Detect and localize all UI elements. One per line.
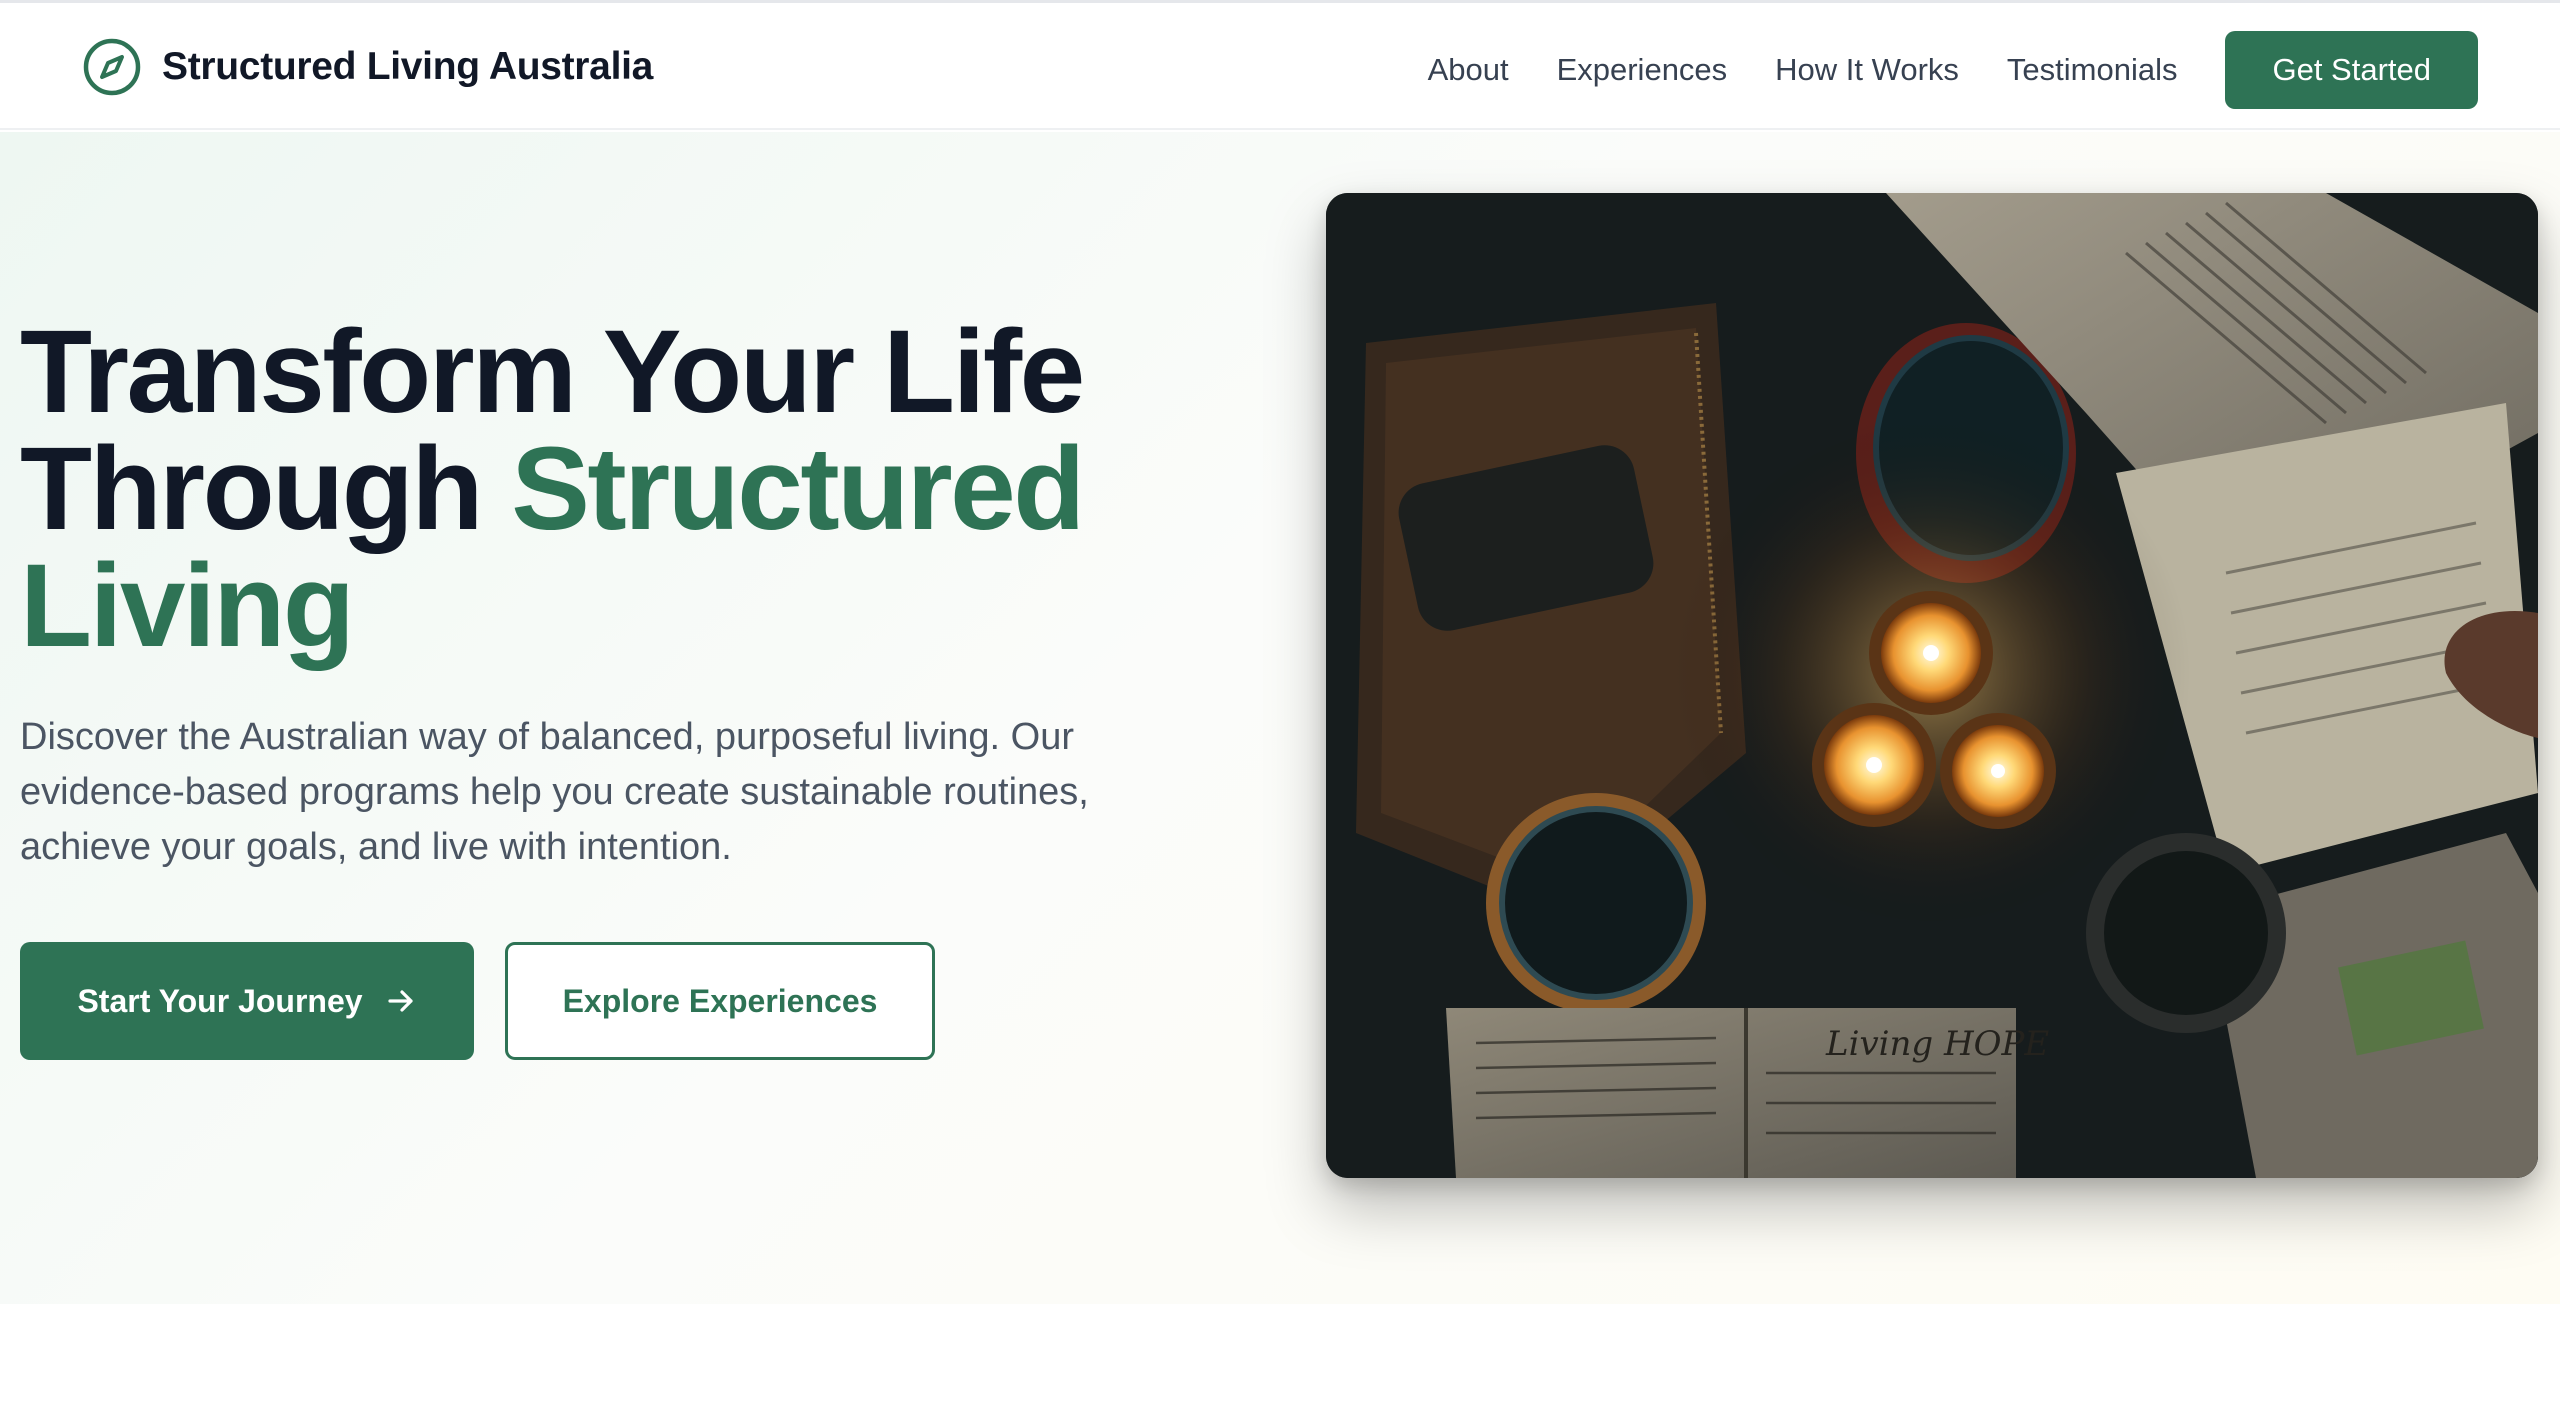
candles-table-photo: Living HOPE — [1326, 193, 2538, 1178]
nav-testimonials[interactable]: Testimonials — [2007, 52, 2178, 88]
get-started-button[interactable]: Get Started — [2225, 31, 2478, 109]
hero-headline: Transform Your Life Through Structured L… — [20, 313, 1200, 665]
compass-icon — [83, 38, 141, 96]
nav-how-it-works[interactable]: How It Works — [1775, 52, 1959, 88]
hero-image: Living HOPE — [1326, 193, 2538, 1178]
hero-section: Transform Your Life Through Structured L… — [0, 132, 2560, 1304]
start-journey-label: Start Your Journey — [77, 982, 363, 1019]
arrow-right-icon — [387, 990, 413, 1012]
nav-experiences[interactable]: Experiences — [1557, 52, 1728, 88]
brand-logo[interactable]: Structured Living Australia — [82, 37, 653, 97]
hero-subtitle: Discover the Australian way of balanced,… — [20, 716, 1089, 868]
site-header: Structured Living Australia About Experi… — [0, 3, 2560, 130]
nav-about[interactable]: About — [1428, 52, 1509, 88]
main-nav: About Experiences How It Works Testimoni… — [1428, 31, 2478, 109]
brand-name: Structured Living Australia — [162, 45, 654, 88]
explore-experiences-button[interactable]: Explore Experiences — [505, 942, 935, 1060]
journal-handwriting: Living HOPE — [1825, 1024, 2049, 1064]
start-journey-button[interactable]: Start Your Journey — [20, 942, 474, 1060]
